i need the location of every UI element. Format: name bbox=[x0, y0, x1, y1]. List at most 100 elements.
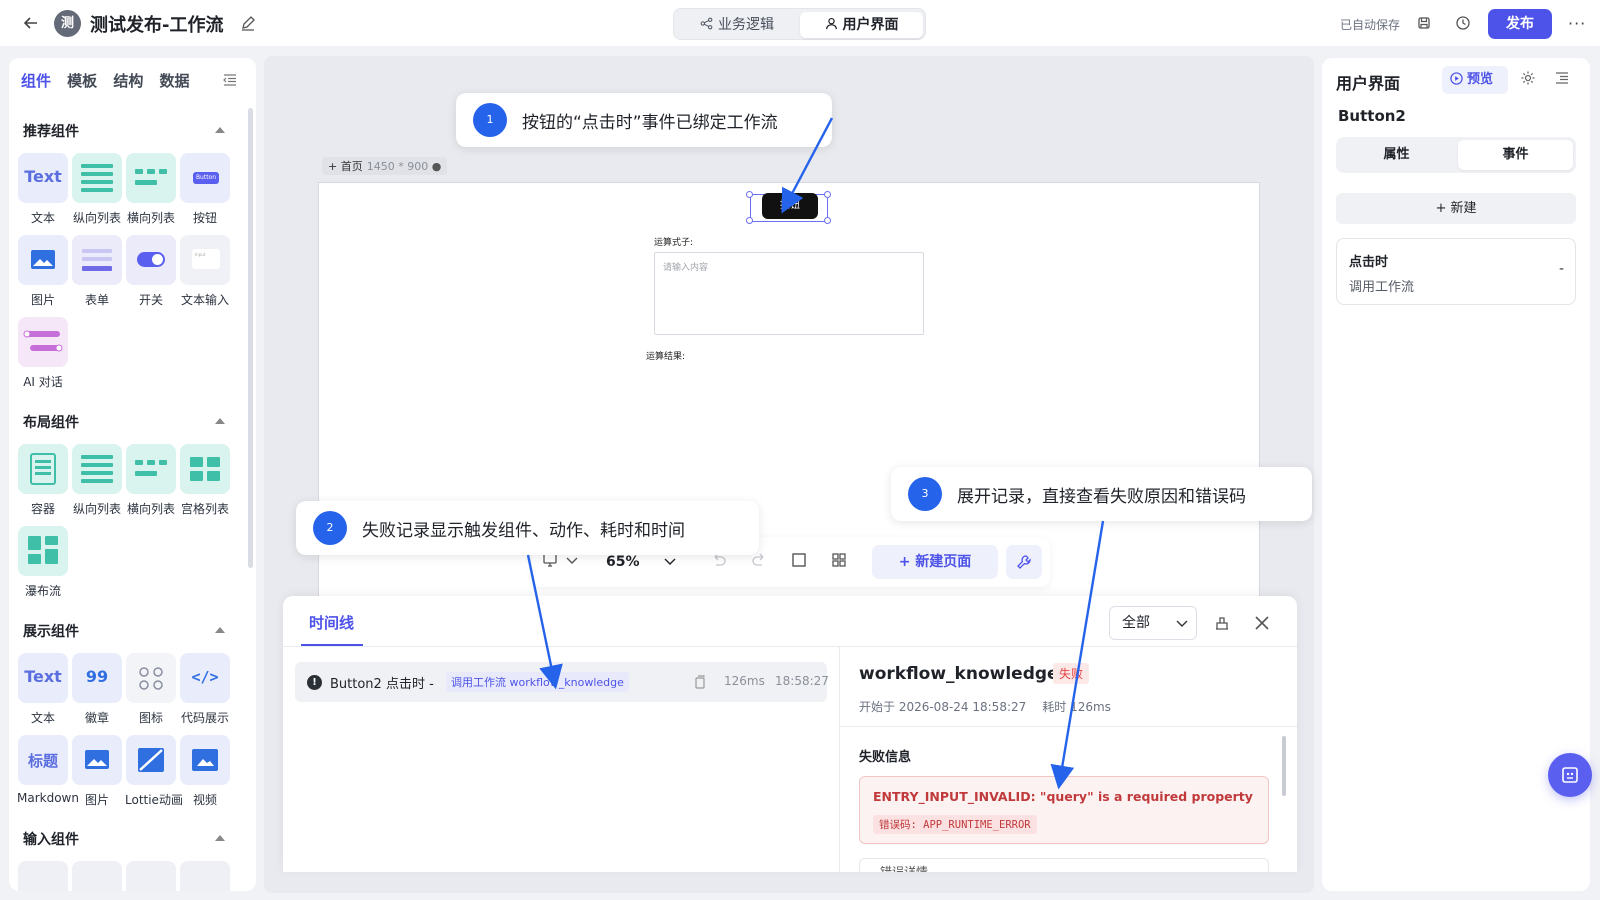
component-image-display[interactable]: 图片 bbox=[71, 735, 123, 808]
panel-scrollbar[interactable] bbox=[248, 108, 253, 568]
new-event-button[interactable]: + 新建 bbox=[1336, 193, 1576, 224]
save-icon[interactable] bbox=[1416, 15, 1432, 31]
page-label[interactable]: + 首页 1450 * 900 ● bbox=[322, 157, 448, 175]
component-badge[interactable]: 99 徽章 bbox=[71, 653, 123, 726]
component-markdown[interactable]: 标题 Markdown bbox=[17, 735, 79, 805]
top-bar: 测 测试发布-工作流 业务逻辑 用户界面 已自动保存 发布 ··· bbox=[0, 0, 1600, 46]
tools-button[interactable] bbox=[1006, 545, 1042, 579]
resize-handle[interactable] bbox=[824, 191, 831, 198]
divider bbox=[840, 726, 1297, 727]
collapse-caret-icon[interactable] bbox=[215, 627, 225, 633]
grid-icon[interactable] bbox=[830, 551, 848, 569]
badge-tile: 99 bbox=[72, 653, 122, 703]
outline-list-icon[interactable] bbox=[1554, 70, 1570, 86]
component-vertical-list-layout[interactable]: 纵向列表 bbox=[71, 444, 123, 517]
section-title-display: 展示组件 bbox=[23, 624, 79, 640]
component-container[interactable]: 容器 bbox=[17, 444, 69, 517]
tab-data[interactable]: 数据 bbox=[159, 70, 189, 91]
text-tile: Text bbox=[18, 153, 68, 203]
component-form[interactable]: 表单 bbox=[71, 235, 123, 308]
input-component-tile[interactable] bbox=[180, 861, 230, 891]
error-box: ENTRY_INPUT_INVALID: "query" is a requir… bbox=[859, 776, 1269, 844]
component-horizontal-list-layout[interactable]: 横向列表 bbox=[125, 444, 177, 517]
remove-event-button[interactable]: - bbox=[1559, 261, 1564, 277]
text-input-icon: Input bbox=[180, 235, 230, 285]
tab-user-interface[interactable]: 用户界面 bbox=[800, 12, 923, 38]
event-card[interactable]: 点击时 调用工作流 - bbox=[1336, 238, 1576, 305]
history-icon[interactable] bbox=[1455, 15, 1471, 31]
back-arrow-icon[interactable] bbox=[22, 14, 40, 32]
collapse-caret-icon[interactable] bbox=[215, 835, 225, 841]
timeline-filter-select[interactable]: 全部 bbox=[1109, 606, 1197, 640]
page-name: 首页 bbox=[340, 160, 363, 173]
properties-tabs: 属性 事件 bbox=[1336, 137, 1576, 173]
error-code: 错误码: APP_RUNTIME_ERROR bbox=[873, 815, 1037, 834]
canvas-button[interactable]: 按钮 bbox=[762, 193, 818, 219]
component-text-input[interactable]: Input 文本输入 bbox=[179, 235, 231, 308]
component-button[interactable]: Button 按钮 bbox=[179, 153, 231, 226]
image-icon bbox=[72, 735, 122, 785]
record-duration: 126ms bbox=[724, 674, 765, 688]
timeline-record[interactable]: ! Button2 点击时 - 调用工作流 workflow_knowledge… bbox=[295, 662, 829, 702]
clear-log-icon[interactable] bbox=[1213, 614, 1231, 632]
resize-handle[interactable] bbox=[746, 191, 753, 198]
component-text[interactable]: Text 文本 bbox=[17, 153, 69, 226]
tab-components[interactable]: 组件 bbox=[21, 70, 51, 91]
preview-button[interactable]: 预览 bbox=[1442, 66, 1508, 94]
record-trigger: Button2 点击时 - bbox=[330, 677, 434, 692]
resize-handle[interactable] bbox=[824, 217, 831, 224]
error-message: ENTRY_INPUT_INVALID: "query" is a requir… bbox=[873, 789, 1253, 804]
badge-glyph: 99 bbox=[85, 667, 109, 686]
new-page-button[interactable]: + 新建页面 bbox=[872, 545, 998, 579]
component-switch[interactable]: 开关 bbox=[125, 235, 177, 308]
app-title: 测试发布-工作流 bbox=[90, 15, 224, 36]
input-component-tile[interactable] bbox=[126, 861, 176, 891]
component-video[interactable]: 视频 bbox=[179, 735, 231, 808]
input-component-tile[interactable] bbox=[18, 861, 68, 891]
component-horizontal-list[interactable]: 横向列表 bbox=[125, 153, 177, 226]
component-image[interactable]: 图片 bbox=[17, 235, 69, 308]
section-title-recommended: 推荐组件 bbox=[23, 124, 79, 140]
resize-handle[interactable] bbox=[746, 217, 753, 224]
annotation-text: 按钮的“点击时”事件已绑定工作流 bbox=[522, 113, 778, 133]
component-vertical-list[interactable]: 纵向列表 bbox=[71, 153, 123, 226]
formula-textarea[interactable]: 请输入内容 bbox=[654, 252, 924, 335]
play-icon[interactable]: ● bbox=[432, 160, 442, 173]
vertical-list-icon bbox=[72, 444, 122, 494]
tab-structure[interactable]: 结构 bbox=[113, 70, 143, 91]
detail-scrollbar[interactable] bbox=[1282, 736, 1286, 796]
collapse-caret-icon[interactable] bbox=[215, 418, 225, 424]
copy-icon[interactable] bbox=[693, 675, 707, 689]
share-node-icon bbox=[700, 17, 713, 30]
component-code-display[interactable]: </> 代码展示 bbox=[179, 653, 231, 726]
icon-grid-icon bbox=[126, 653, 176, 703]
component-panel-tabs: 组件 模板 结构 数据 bbox=[21, 70, 201, 91]
input-component-tile[interactable] bbox=[72, 861, 122, 891]
assistant-icon bbox=[1562, 767, 1578, 783]
section-title-input: 输入组件 bbox=[23, 832, 79, 848]
component-icon[interactable]: 图标 bbox=[125, 653, 177, 726]
component-waterfall[interactable]: 瀑布流 bbox=[17, 526, 69, 599]
tab-business-logic[interactable]: 业务逻辑 bbox=[678, 12, 796, 38]
tab-timeline[interactable]: 时间线 bbox=[309, 612, 354, 633]
tab-templates[interactable]: 模板 bbox=[67, 70, 97, 91]
settings-gear-icon[interactable] bbox=[1520, 70, 1536, 86]
tab-events[interactable]: 事件 bbox=[1458, 140, 1573, 170]
frame-icon[interactable] bbox=[790, 551, 808, 569]
publish-button[interactable]: 发布 bbox=[1488, 9, 1552, 39]
close-icon[interactable] bbox=[1253, 614, 1271, 632]
component-grid-list[interactable]: 宫格列表 bbox=[179, 444, 231, 517]
component-text-display[interactable]: Text 文本 bbox=[17, 653, 69, 726]
collapse-panel-icon[interactable] bbox=[222, 72, 238, 88]
edit-pencil-icon[interactable] bbox=[240, 15, 256, 31]
more-icon[interactable]: ··· bbox=[1568, 14, 1586, 33]
component-lottie[interactable]: Lottie动画 bbox=[125, 735, 183, 808]
record-action-tag[interactable]: 调用工作流 workflow_knowledge bbox=[446, 672, 629, 692]
annotation-callout-1: 1 按钮的“点击时”事件已绑定工作流 bbox=[456, 93, 832, 147]
assistant-button[interactable] bbox=[1548, 753, 1592, 797]
collapse-caret-icon[interactable] bbox=[215, 127, 225, 133]
component-ai-chat[interactable]: AI 对话 bbox=[17, 317, 69, 390]
divider bbox=[283, 646, 1297, 647]
tab-properties[interactable]: 属性 bbox=[1339, 140, 1454, 170]
error-detail-toggle[interactable]: 错误详情 bbox=[859, 858, 1269, 872]
